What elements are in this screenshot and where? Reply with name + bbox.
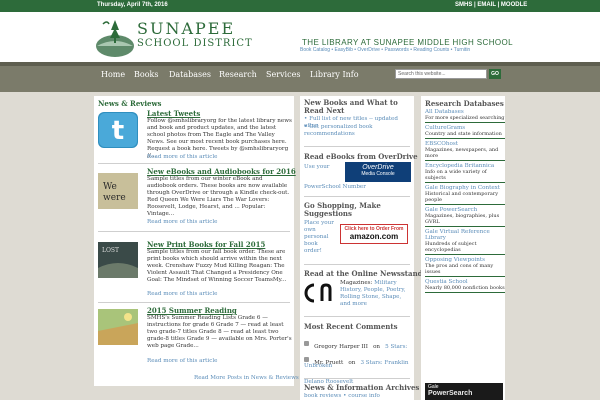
divider: [98, 231, 290, 232]
nav-home[interactable]: Home: [101, 70, 125, 79]
overdrive-heading: Read eBooks from OverDrive: [304, 152, 418, 161]
lake-tree-logo-icon: [96, 20, 134, 57]
news-panel: News & Reviews t Latest Tweets Follow @s…: [94, 96, 299, 386]
news-heading: News & Reviews: [98, 99, 162, 108]
database-item[interactable]: EBSCOhost Magazines, newspapers, and more: [425, 141, 505, 161]
news-post-title[interactable]: 2015 Summer Reading: [147, 306, 237, 315]
database-item[interactable]: Gale Biography in Context Historical and …: [425, 185, 505, 205]
divider: [304, 146, 410, 147]
database-item[interactable]: Encyclopedia Britannica Info on a wide va…: [425, 163, 505, 183]
book-cover-image[interactable]: We were: [98, 173, 138, 209]
nav-services[interactable]: Services: [266, 70, 300, 79]
new-books-heading: New Books and What to Read Next: [304, 98, 398, 115]
search-input[interactable]: Search this website...: [395, 69, 487, 79]
twitter-icon[interactable]: t: [98, 112, 138, 148]
research-databases-panel: Research Databases All Databases For more…: [421, 96, 505, 400]
nav-databases[interactable]: Databases: [169, 70, 211, 79]
svg-text:LOST: LOST: [102, 247, 119, 254]
news-post-title[interactable]: New Print Books for Fall 2015: [147, 240, 265, 249]
database-item[interactable]: CultureGrams Country and state informatio…: [425, 125, 505, 139]
archives-heading: News & Information Archives: [304, 383, 420, 392]
library-title: THE LIBRARY AT SUNAPEE MIDDLE HIGH SCHOO…: [302, 38, 513, 47]
newsstand-heading: Read at the Online Newsstand: [304, 269, 423, 278]
overdrive-text: Use your: [304, 164, 330, 170]
database-item[interactable]: Gale PowerSearch Magazines, biographies, …: [425, 207, 505, 227]
book-order-text: Place your own personal book order!: [304, 220, 334, 254]
magazine-list: Magazines: Military History, People, Poe…: [340, 280, 406, 307]
school-logo[interactable]: SUNAPEE SCHOOL DISTRICT: [95, 16, 255, 58]
shopping-heading: Go Shopping, Make Suggestions: [304, 201, 381, 218]
search-go-button[interactable]: GO: [489, 69, 501, 79]
nav-books[interactable]: Books: [134, 70, 158, 79]
newsstand-logo-icon[interactable]: [304, 279, 334, 307]
read-more-link[interactable]: Read more of this article: [147, 358, 217, 364]
database-list: All Databases For more specialized search…: [425, 109, 505, 295]
divider: [98, 163, 290, 164]
top-bar: Thursday, April 7th, 2016 SMHS | EMAIL |…: [0, 0, 600, 12]
nav-library-info[interactable]: Library Info: [310, 70, 359, 79]
current-date: Thursday, April 7th, 2016: [97, 2, 168, 8]
book-cover-image[interactable]: LOST: [98, 242, 138, 278]
news-post-excerpt: Sample titles from our winter eBook and …: [147, 176, 290, 217]
library-quick-links[interactable]: Book Catalog • EasyBib • OverDrive • Pas…: [300, 47, 470, 53]
divider: [304, 264, 410, 265]
news-post-excerpt: SMHS's Summer Reading Lists Grade 6 — in…: [147, 315, 292, 349]
powerschool-number-text: PowerSchool Number: [304, 184, 366, 190]
school-name-line1: SUNAPEE: [137, 19, 236, 38]
svg-text:t: t: [112, 116, 124, 146]
user-icon: [304, 341, 309, 346]
database-item[interactable]: Questia School Nearly 80,000 nonfiction b…: [425, 279, 505, 293]
gale-powersearch-ad[interactable]: Gale PowerSearch: [425, 383, 503, 400]
comment-item: Mr. Pruett on 3 Stars: Franklin Delano R…: [304, 349, 412, 387]
divider: [304, 378, 410, 379]
svg-text:were: were: [103, 193, 126, 203]
read-more-link[interactable]: Read more of this article: [147, 291, 217, 297]
overdrive-logo[interactable]: OverDrive Media Console: [345, 162, 411, 182]
divider: [304, 316, 410, 317]
divider: [304, 196, 410, 197]
nav-research[interactable]: Research: [219, 70, 257, 79]
archive-links[interactable]: book reviews • course info: [304, 393, 380, 400]
user-icon: [304, 357, 309, 362]
news-post-excerpt: Sample titles from our fall book order. …: [147, 249, 287, 283]
amazon-order-button[interactable]: Click here to Order From amazon.com: [340, 224, 408, 244]
comments-heading: Most Recent Comments: [304, 322, 398, 331]
read-more-link[interactable]: Read more of this article: [147, 219, 217, 225]
read-more-link[interactable]: Read more of this article: [147, 154, 217, 160]
svg-text:We: We: [103, 182, 117, 192]
site-header: [0, 12, 600, 62]
database-item[interactable]: Gale Virtual Reference Library Hundreds o…: [425, 229, 505, 255]
middle-column: New Books and What to Read Next • Full l…: [300, 96, 423, 400]
news-post-title[interactable]: New eBooks and Audiobooks for 2016: [147, 167, 296, 176]
read-more-posts-link[interactable]: Read More Posts in News & Reviews: [194, 375, 299, 381]
research-heading: Research Databases: [425, 99, 504, 108]
database-item[interactable]: All Databases For more specialized search…: [425, 109, 505, 123]
school-name-line2: SCHOOL DISTRICT: [137, 38, 253, 49]
database-item[interactable]: Opposing Viewpoints The pros and cons of …: [425, 257, 505, 277]
top-links[interactable]: SMHS | EMAIL | MOODLE: [455, 2, 527, 8]
divider: [98, 302, 290, 303]
summer-reading-image[interactable]: [98, 309, 138, 345]
news-post-title[interactable]: Latest Tweets: [147, 109, 200, 118]
recommendations-link[interactable]: • Get personalized book recommendations: [304, 124, 412, 138]
